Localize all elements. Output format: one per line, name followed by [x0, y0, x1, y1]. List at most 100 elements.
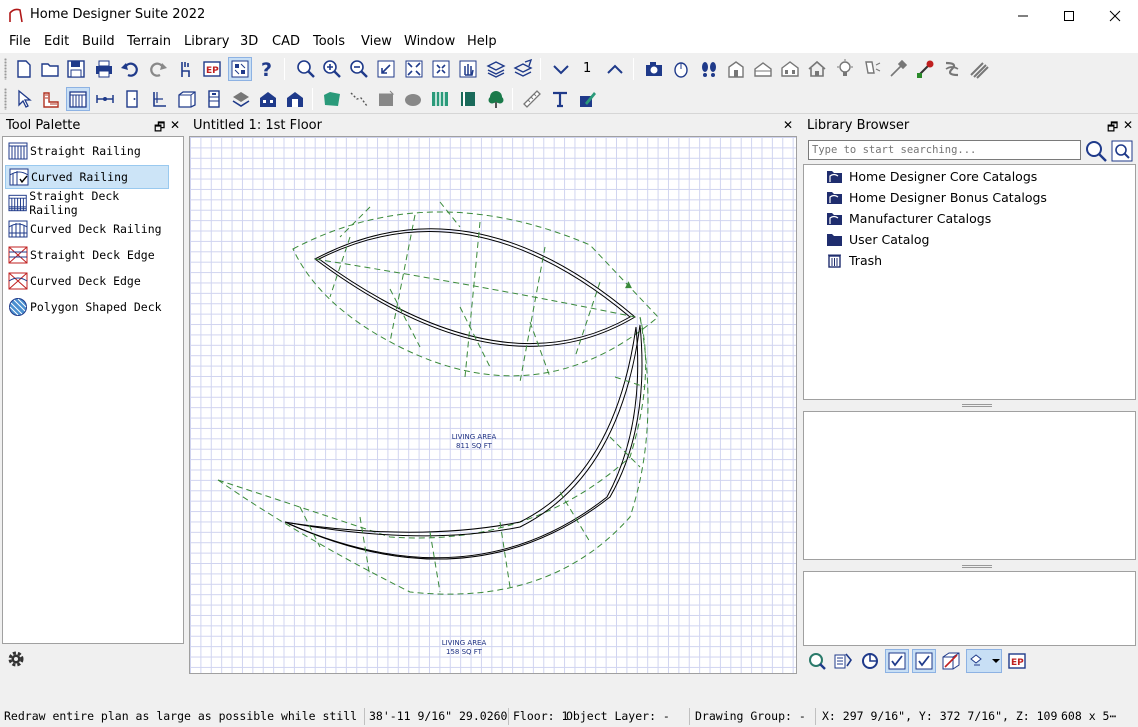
library-item-manufacturer-catalogs[interactable]: Manufacturer Catalogs [826, 208, 991, 228]
terrain-break-button[interactable] [456, 87, 480, 111]
plan-drawing-canvas[interactable]: ▲ LIVING AREA 811 SQ FT LIVING AREA 158 … [189, 136, 797, 674]
material-painter-button[interactable] [886, 57, 910, 81]
library-splitter[interactable] [962, 404, 992, 407]
undo-zoom-button[interactable] [374, 57, 398, 81]
select-objects-button[interactable] [173, 57, 197, 81]
restore-panel-icon[interactable]: 🗗 [1107, 118, 1118, 139]
pan-button[interactable] [456, 57, 480, 81]
layer-display-button[interactable] [484, 57, 508, 81]
sun-angle-button[interactable] [833, 57, 857, 81]
library-view-button-2[interactable] [912, 649, 936, 673]
maximize-button[interactable] [1046, 0, 1092, 31]
library-item-bonus-catalogs[interactable]: Home Designer Bonus Catalogs [826, 187, 1047, 207]
terrain-path-button[interactable] [347, 87, 371, 111]
menu-help[interactable]: Help [467, 34, 497, 49]
full-overview-button[interactable] [805, 57, 829, 81]
plant-chooser-button[interactable] [940, 57, 964, 81]
library-search-input[interactable] [808, 140, 1081, 160]
plan-tab-title[interactable]: Untitled 1: 1st Floor [193, 118, 322, 133]
window-tools-button[interactable] [148, 87, 172, 111]
menu-build[interactable]: Build [82, 34, 115, 49]
cabinet-tools-button[interactable] [175, 87, 199, 111]
fill-window-button[interactable] [402, 57, 426, 81]
search-options-button[interactable] [1111, 140, 1133, 162]
default-settings-button[interactable] [228, 57, 252, 81]
camera-button[interactable] [642, 57, 666, 81]
menu-terrain[interactable]: Terrain [127, 34, 171, 49]
library-item-user-catalog[interactable]: User Catalog [826, 229, 929, 249]
save-button[interactable] [64, 57, 88, 81]
redo-button[interactable] [146, 57, 170, 81]
elevation-view-button[interactable] [724, 57, 748, 81]
menu-cad[interactable]: CAD [272, 34, 300, 49]
material-eyedropper-button[interactable] [913, 57, 937, 81]
doll-house-view-button[interactable] [669, 57, 693, 81]
close-window-button[interactable] [1092, 0, 1138, 31]
cad-tools-button[interactable] [520, 87, 544, 111]
edit-object-button[interactable] [575, 87, 599, 111]
library-refresh-button[interactable] [858, 649, 882, 673]
build-house-button[interactable] [256, 87, 280, 111]
close-plan-icon[interactable]: ✕ [783, 118, 793, 132]
menu-3d[interactable]: 3D [240, 34, 258, 49]
stairs-tools-button[interactable] [202, 87, 226, 111]
menu-window[interactable]: Window [404, 34, 455, 49]
library-filter-button[interactable] [831, 649, 855, 673]
select-objects-tool[interactable] [12, 87, 36, 111]
gear-icon[interactable] [6, 649, 26, 669]
terrain-tools-button[interactable] [320, 87, 344, 111]
wall-tools-button[interactable] [39, 87, 63, 111]
print-button[interactable] [92, 57, 116, 81]
library-item-trash[interactable]: Trash [826, 250, 882, 270]
walkthrough-button[interactable] [697, 57, 721, 81]
terrain-feature-button[interactable] [374, 87, 398, 111]
tool-curved-deck-railing[interactable]: Curved Deck Railing [5, 217, 169, 241]
layer-set-button[interactable] [511, 57, 535, 81]
close-panel-icon[interactable]: ✕ [1123, 118, 1133, 132]
toolbar-grip[interactable] [4, 58, 7, 80]
text-tools-button[interactable] [548, 87, 572, 111]
zoom-button[interactable] [294, 57, 318, 81]
close-panel-icon[interactable]: ✕ [170, 118, 180, 132]
menu-edit[interactable]: Edit [44, 34, 69, 49]
library-view-button-3[interactable] [939, 649, 963, 673]
tool-curved-railing[interactable]: Curved Railing [5, 165, 169, 189]
library-view-button-1[interactable] [885, 649, 909, 673]
tool-straight-deck-railing[interactable]: Straight Deck Railing [5, 189, 169, 217]
tool-curved-deck-edge[interactable]: Curved Deck Edge [5, 269, 169, 293]
toolbar-grip[interactable] [4, 88, 7, 110]
library-item-core-catalogs[interactable]: Home Designer Core Catalogs [826, 166, 1037, 186]
cross-section-button[interactable] [751, 57, 775, 81]
dimension-tools-button[interactable] [93, 87, 117, 111]
minimize-button[interactable] [1000, 0, 1046, 31]
open-button[interactable] [38, 57, 62, 81]
retaining-wall-button[interactable] [428, 87, 452, 111]
library-search-zoom-button[interactable] [805, 649, 829, 673]
menu-library[interactable]: Library [184, 34, 229, 49]
overview-button[interactable] [778, 57, 802, 81]
new-plan-button[interactable] [12, 57, 36, 81]
plant-tools-button[interactable] [484, 87, 508, 111]
edit-lights-button[interactable] [860, 57, 884, 81]
menu-tools[interactable]: Tools [313, 34, 345, 49]
railing-deck-tools-button[interactable] [66, 87, 90, 111]
search-button[interactable] [1085, 140, 1107, 162]
tool-straight-railing[interactable]: Straight Railing [5, 139, 169, 163]
up-one-floor-button[interactable] [603, 57, 627, 81]
terrain-toggle-button[interactable] [967, 57, 991, 81]
menu-file[interactable]: File [9, 34, 31, 49]
door-tools-button[interactable] [120, 87, 144, 111]
undo-button[interactable] [118, 57, 142, 81]
tool-polygon-deck[interactable]: Polygon Shaped Deck [5, 295, 169, 319]
zoom-in-button[interactable] [320, 57, 344, 81]
preferences-button[interactable]: EP [200, 57, 224, 81]
down-one-floor-button[interactable] [549, 57, 573, 81]
roof-tools-button[interactable] [229, 87, 253, 111]
library-splitter[interactable] [962, 565, 992, 568]
library-object-type-dropdown[interactable] [966, 649, 1002, 673]
help-button[interactable]: ? [255, 57, 279, 81]
menu-view[interactable]: View [361, 34, 392, 49]
zoom-out-button[interactable] [347, 57, 371, 81]
library-preferences-button[interactable]: EP [1005, 649, 1029, 673]
fill-window-building-button[interactable] [429, 57, 453, 81]
